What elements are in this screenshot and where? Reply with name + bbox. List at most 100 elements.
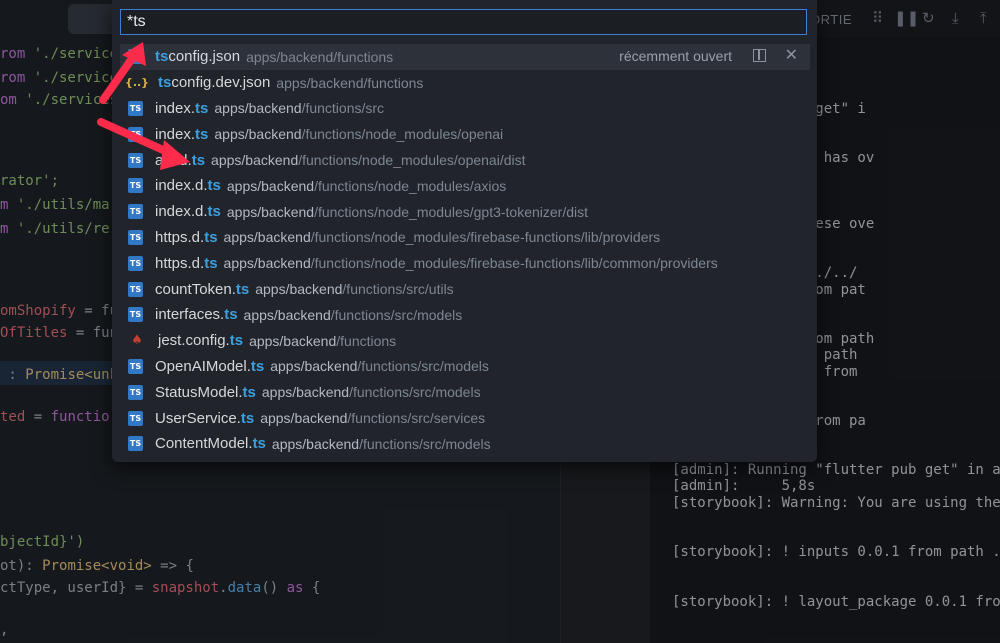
file-name: OpenAIModel.ts — [155, 358, 264, 375]
code-token: = fun — [67, 325, 119, 341]
ts-file-icon: TS — [128, 307, 143, 323]
match-highlight: ts — [204, 228, 218, 246]
file-name: jest.config.ts — [158, 332, 243, 349]
quick-open-item[interactable]: ♠ jest.config.ts apps/backend/functions — [120, 328, 810, 354]
ts-file-icon: TS — [128, 255, 143, 271]
file-path-highlight: apps/backend — [243, 306, 331, 323]
file-name-prefix: https.d. — [155, 254, 205, 272]
quick-open-item[interactable]: TS countToken.ts apps/backend/functions/sr… — [120, 276, 810, 302]
match-highlight: ts — [235, 280, 250, 298]
terminal-output-line: [admin]: Running "flutter pub get" in ad — [672, 462, 1000, 478]
code-line: bjectId}') — [0, 533, 84, 551]
file-path: apps/backend/functions/node_modules/gpt3… — [227, 204, 588, 220]
match-highlight: ts — [207, 203, 221, 221]
ts-file-icon: TS — [128, 178, 143, 194]
file-path-rest: apps/backend/functions — [246, 48, 394, 65]
file-path: apps/backend/functions/node_modules/open… — [214, 126, 503, 142]
file-path-highlight: apps/backend — [270, 358, 358, 375]
quick-open-panel: TS ts config.json apps/backend/functions réc… — [112, 0, 817, 462]
pause-icon[interactable]: ❚❚ — [894, 9, 919, 27]
file-name: index.ts — [155, 126, 208, 143]
quick-open-item[interactable]: TS tsconfig.json apps/backend/functions réc… — [120, 44, 810, 70]
file-path: apps/backend/functions/node_modules/fire… — [224, 255, 718, 271]
ts-file-icon: TS — [128, 410, 143, 426]
code-token: './service — [33, 70, 119, 86]
file-path-highlight: apps/backend — [214, 100, 302, 117]
file-name: ContentModel.ts — [155, 435, 266, 452]
close-icon[interactable]: ✕ — [785, 45, 798, 64]
file-path-rest: /functions/node_modules/openai — [301, 126, 504, 143]
code-token: './service — [33, 46, 119, 62]
code-token: OfTitles — [0, 325, 68, 341]
file-name-prefix: https.d. — [155, 228, 205, 246]
file-path: apps/backend/functions/src/models — [272, 436, 491, 452]
file-name-suffix: config.json — [168, 48, 241, 66]
file-path-highlight: apps/backend — [214, 126, 302, 143]
code-line: ted = functio — [0, 408, 110, 426]
quick-open-item[interactable]: TS interfaces.ts apps/backend/functions/sr… — [120, 302, 810, 328]
file-path-rest: /functions/node_modules/firebase-functio… — [310, 255, 718, 272]
code-line: OfTitles = fun — [0, 324, 118, 342]
code-token: omShopify — [0, 303, 76, 319]
quick-open-item[interactable]: TS api.d.ts apps/backend/functions/node_mo… — [120, 147, 810, 173]
file-name-prefix: index.d. — [155, 203, 208, 221]
match-highlight: ts — [252, 435, 266, 453]
quick-open-item[interactable]: TS index.d.ts apps/backend/functions/node_… — [120, 173, 810, 199]
match-highlight: ts — [204, 254, 218, 272]
file-path-highlight: apps/backend — [226, 203, 315, 220]
file-path-highlight: apps/backend — [261, 384, 350, 401]
code-token: () — [261, 580, 287, 596]
open-to-side-icon[interactable] — [753, 49, 766, 62]
recently-opened-label: récemment ouvert — [619, 48, 732, 64]
match-highlight: ts — [240, 409, 255, 427]
file-path-highlight: apps/backend — [223, 255, 311, 272]
quick-open-item[interactable]: TS index.ts apps/backend/functions/node_mo… — [120, 121, 810, 147]
quick-open-item[interactable]: TS OpenAIModel.ts apps/backend/functions/s… — [120, 354, 810, 380]
quick-open-input[interactable] — [120, 9, 807, 35]
code-token: ctType, userId} = — [0, 580, 152, 596]
quick-open-item[interactable]: TS index.ts apps/backend/functions/src — [120, 96, 810, 122]
step-out-icon[interactable]: ⤒ — [980, 9, 987, 27]
code-line: : Promise<unk — [0, 366, 118, 384]
code-line: ot): Promise<void> => { — [0, 557, 194, 575]
file-path: apps/backend/functions/node_modules/axio… — [227, 178, 506, 194]
file-path-highlight: apps/backend — [249, 332, 337, 349]
file-name-prefix: jest.config. — [158, 332, 230, 350]
code-line: , — [0, 621, 8, 639]
step-into-icon[interactable]: ⤓ — [952, 9, 959, 27]
file-path: apps/backend/functions/src/models — [244, 307, 463, 323]
code-token: bjectId}') — [0, 534, 85, 550]
quick-open-item[interactable]: TS StatusModel.ts apps/backend/functions/s… — [120, 379, 810, 405]
quick-open-item[interactable]: TS https.d.ts apps/backend/functions/node_… — [120, 250, 810, 276]
file-path: apps/backend/functions/node_modules/fire… — [224, 229, 661, 245]
quick-open-item[interactable]: TS ContentModel.ts apps/backend/functions/… — [120, 431, 810, 457]
file-path-rest: /functions/node_modules/openai/dist — [298, 152, 526, 169]
ts-file-icon: TS — [128, 126, 143, 142]
restart-icon[interactable]: ↻ — [922, 9, 935, 27]
code-token: as — [286, 580, 304, 596]
file-name-prefix: ContentModel. — [155, 435, 253, 453]
file-path-rest: /functions/src/models — [349, 384, 481, 401]
quick-open-item[interactable]: TS index.d.ts apps/backend/functions/node_… — [120, 199, 810, 225]
code-token: { — [303, 580, 321, 596]
terminal-output-line: [storybook]: ! layout_package 0.0.1 from — [672, 594, 1000, 610]
code-line: omShopify = fu — [0, 302, 118, 320]
ts-file-icon: TS — [128, 436, 143, 452]
drag-handle-icon[interactable]: ⠿ — [872, 9, 883, 27]
quick-open-item[interactable]: TS UserService.ts apps/backend/functions/s… — [120, 405, 810, 431]
file-path-highlight: apps/backend — [260, 410, 348, 427]
match-highlight: ts — [158, 74, 172, 92]
file-name-prefix: OpenAIModel. — [155, 357, 251, 375]
file-path-highlight: apps/backend — [226, 177, 315, 194]
file-path: apps/backend/functions/src/models — [270, 358, 489, 374]
file-name: index.d.ts — [155, 177, 221, 194]
match-highlight: ts — [195, 125, 209, 143]
quick-open-item[interactable]: {..} tsconfig.dev.json apps/backend/functi… — [120, 70, 810, 96]
code-line: m './utils/ma — [0, 196, 110, 214]
quick-open-item[interactable]: TS https.d.ts apps/backend/functions/node_… — [120, 225, 810, 251]
code-token: rom — [0, 46, 34, 62]
code-line: om './services — [0, 91, 118, 109]
file-path-rest: /functions/src/utils — [342, 281, 454, 298]
file-name-prefix: UserService. — [155, 409, 241, 427]
file-path: apps/backend/functions/src/services — [260, 410, 485, 426]
